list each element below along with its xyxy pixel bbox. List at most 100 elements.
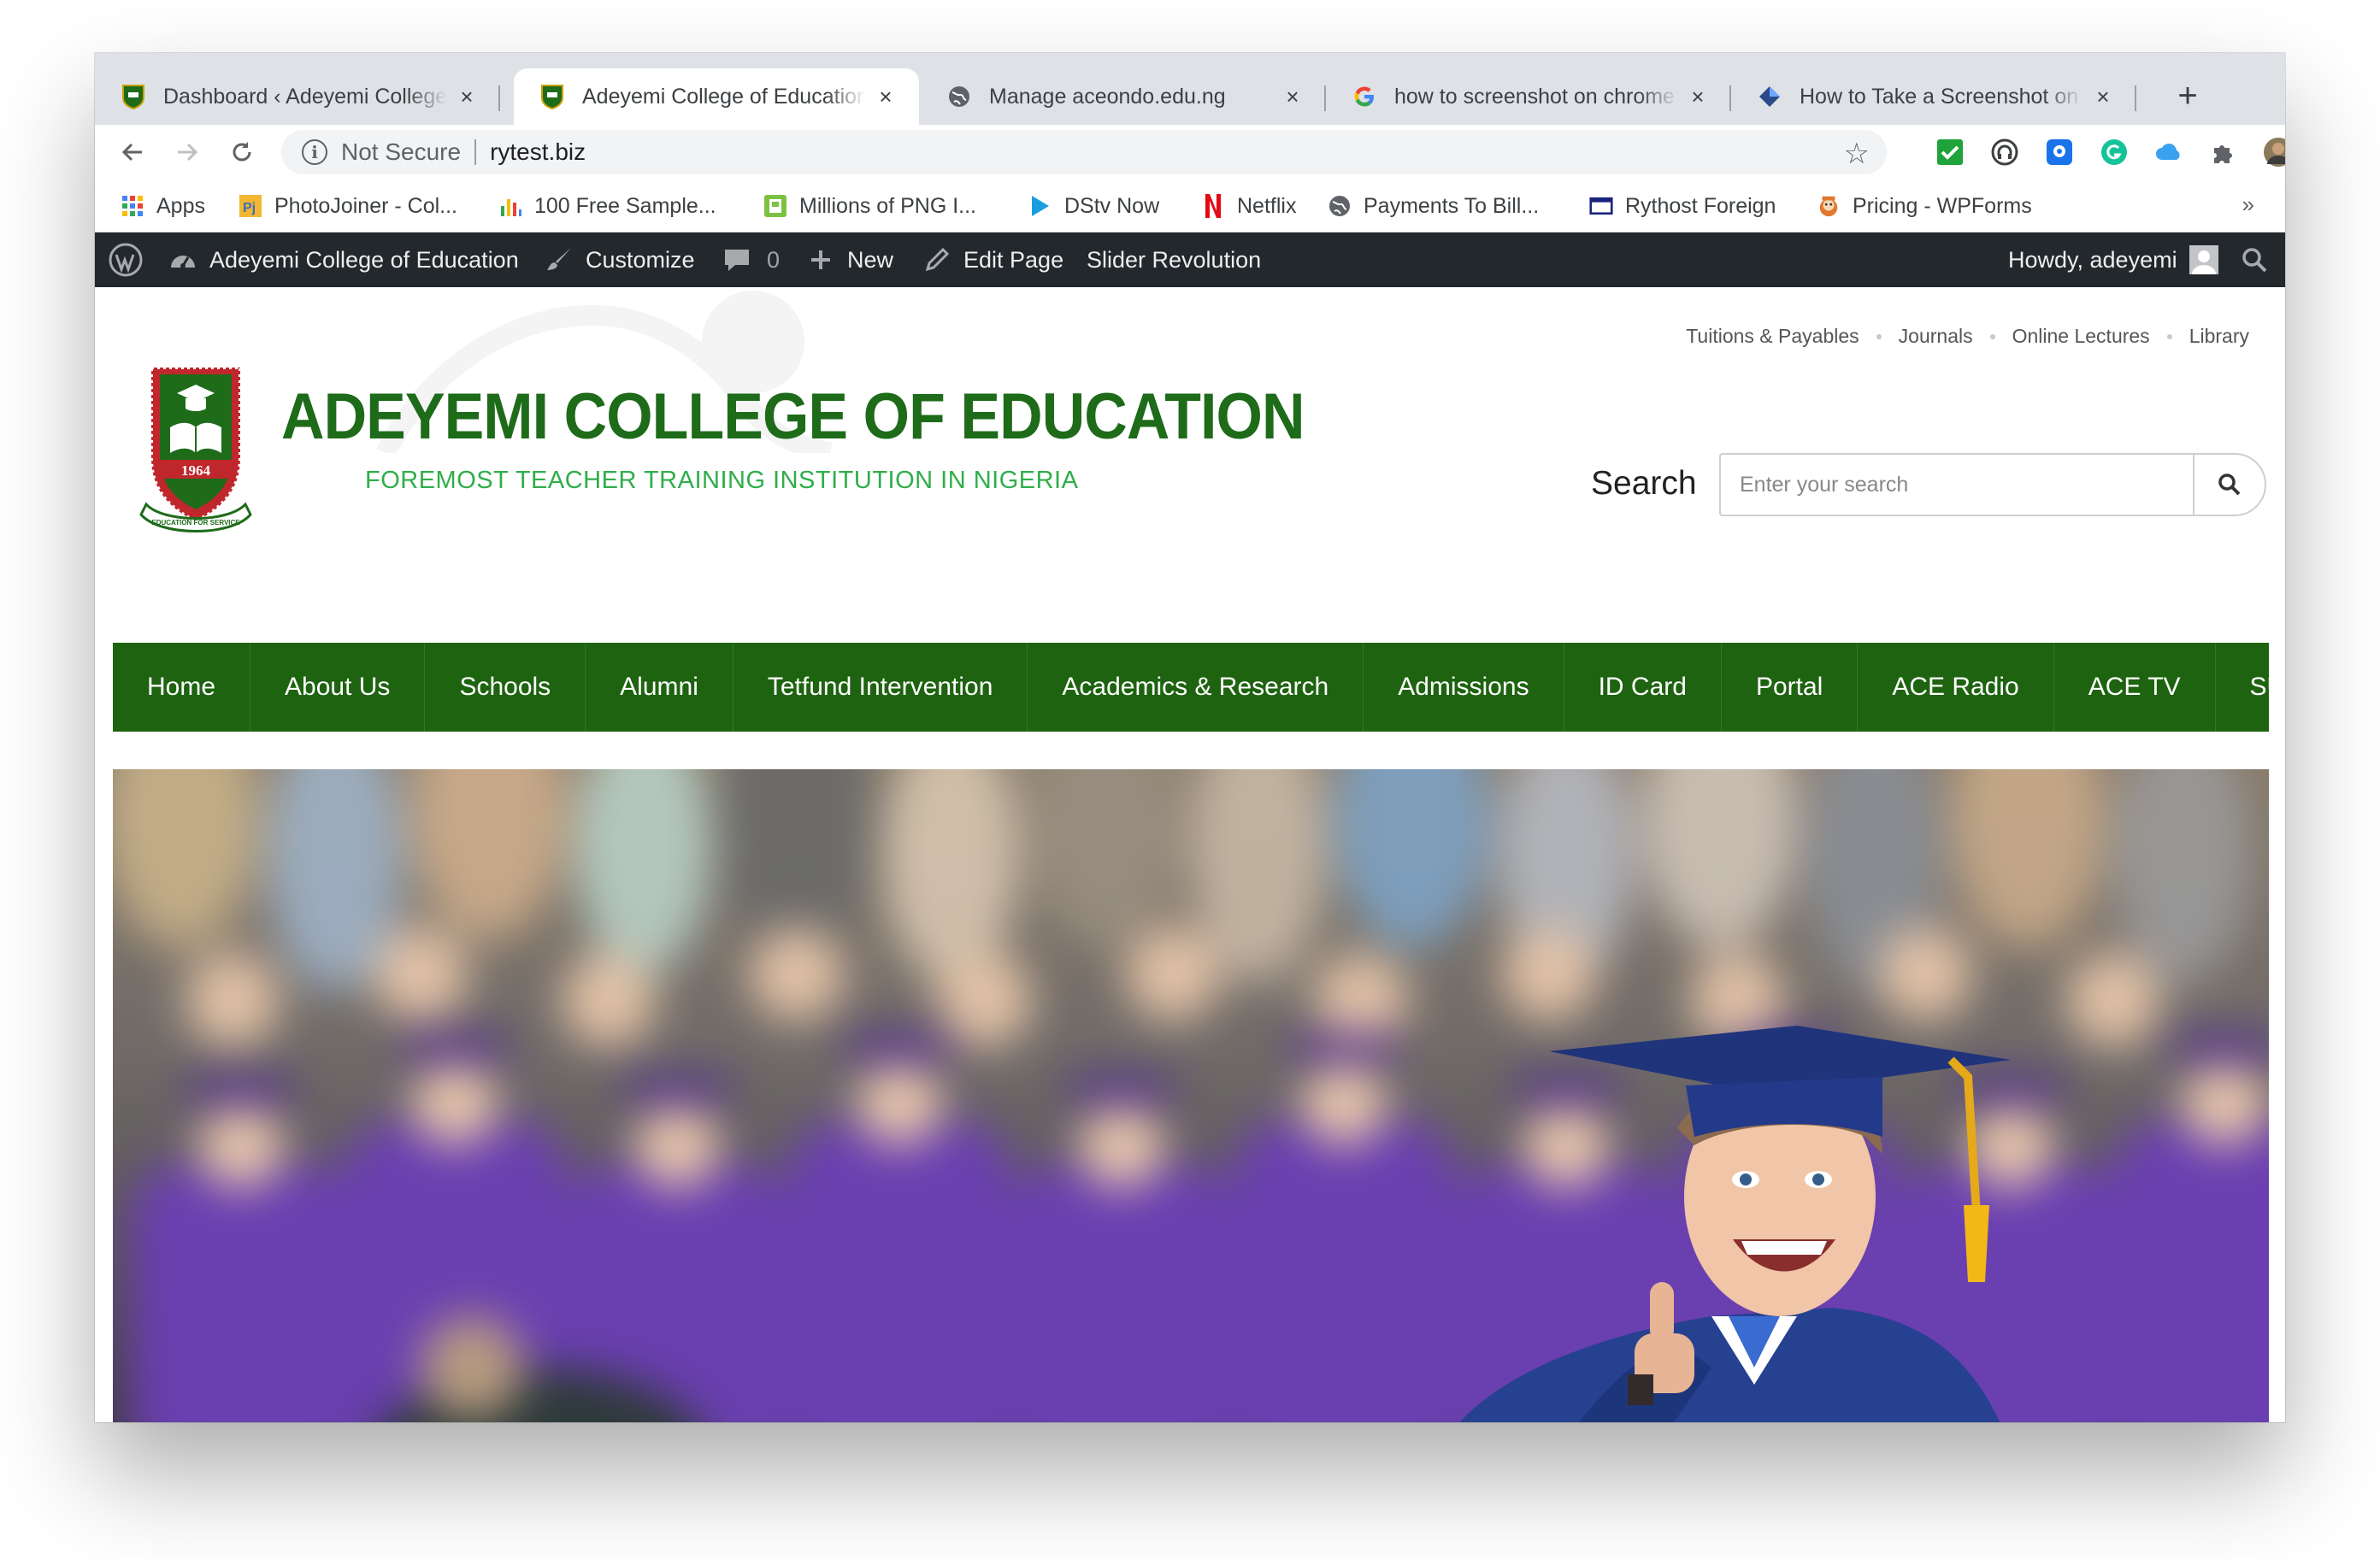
profile-avatar[interactable] (2263, 137, 2285, 168)
search-icon (2218, 474, 2241, 496)
bookmark-label: Millions of PNG I... (799, 193, 976, 218)
bookmark-free-samples[interactable]: 100 Free Sample... (498, 190, 716, 222)
top-link-online-lectures[interactable]: Online Lectures (2012, 325, 2150, 348)
tab-title: Manage aceondo.edu.ng (989, 84, 1226, 109)
bookmark-netflix[interactable]: Netflix (1201, 190, 1296, 222)
site-search-button[interactable] (2193, 455, 2265, 515)
bookmarks-overflow-button[interactable]: » (2242, 191, 2254, 218)
reload-icon (233, 142, 251, 162)
nav-id-card[interactable]: ID Card (1564, 643, 1722, 732)
close-icon[interactable]: × (1685, 84, 1711, 110)
tab-dashboard[interactable]: Dashboard ‹ Adeyemi College × (95, 68, 500, 125)
admin-account-menu[interactable]: Howdy, adeyemi (2008, 232, 2218, 287)
bookmark-payments[interactable]: Payments To Bill... (1328, 190, 1539, 222)
smiling-graduate-image (1459, 1026, 2011, 1422)
address-bar[interactable]: i Not Secure rytest.biz ☆ (281, 130, 1887, 174)
nav-ace-tv[interactable]: ACE TV (2054, 643, 2216, 732)
puzzle-extensions-icon[interactable] (2208, 137, 2239, 168)
user-avatar (2189, 245, 2218, 274)
admin-site-name-link[interactable]: Adeyemi College of Education (168, 232, 519, 287)
bookmark-wpforms[interactable]: Pricing - WPForms (1817, 190, 2032, 222)
sample-icon (498, 194, 522, 218)
paintbrush-icon (545, 245, 574, 274)
close-icon[interactable]: × (873, 84, 898, 110)
bookmark-photojoiner[interactable]: Pj PhotoJoiner - Col... (239, 190, 457, 222)
nav-tetfund-intervention[interactable]: Tetfund Intervention (733, 643, 1028, 732)
grammarly-icon[interactable] (2099, 137, 2130, 168)
admin-customize-link[interactable]: Customize (545, 232, 695, 287)
bookmark-label: Pricing - WPForms (1853, 193, 2032, 218)
college-emblem[interactable]: 1964 EDUCATION FOR SERVICE (134, 357, 257, 540)
globe-icon (946, 84, 972, 109)
top-link-tuitions[interactable]: Tuitions & Payables (1686, 325, 1859, 348)
netflix-icon (1201, 194, 1225, 218)
college-crest-icon (539, 84, 565, 109)
url-text[interactable]: rytest.biz (490, 138, 586, 166)
tab-manage-aceondo[interactable]: Manage aceondo.edu.ng × (921, 68, 1326, 125)
forward-arrow-icon (178, 143, 198, 162)
wordpress-logo-icon[interactable] (109, 232, 143, 287)
top-link-library[interactable]: Library (2189, 325, 2249, 348)
close-icon[interactable]: × (2090, 84, 2116, 110)
tab-adeyemi-college[interactable]: Adeyemi College of Education × (514, 68, 919, 125)
info-icon[interactable]: i (302, 139, 327, 165)
photojoiner-icon: Pj (239, 194, 262, 218)
bookmark-png[interactable]: Millions of PNG I... (763, 190, 976, 222)
apps-grid-icon (121, 194, 144, 218)
nav-portal[interactable]: Portal (1722, 643, 1859, 732)
admin-new-label: New (847, 246, 894, 273)
main-navigation: Home About Us Schools Alumni Tetfund Int… (113, 643, 2285, 732)
svg-text:1964: 1964 (181, 462, 211, 479)
admin-search-icon[interactable] (2241, 232, 2268, 287)
bookmark-apps[interactable]: Apps (121, 190, 205, 222)
dashboard-gauge-icon (168, 245, 197, 274)
nav-ace-radio[interactable]: ACE Radio (1858, 643, 2054, 732)
nav-admissions[interactable]: Admissions (1364, 643, 1564, 732)
close-icon[interactable]: × (454, 84, 480, 110)
search-label: Search (1591, 465, 1697, 502)
admin-customize-label: Customize (586, 246, 695, 273)
close-icon[interactable]: × (1280, 84, 1305, 110)
site-search-input[interactable] (1721, 455, 2193, 515)
site-search-box (1719, 453, 2266, 516)
reload-button[interactable] (223, 133, 261, 171)
back-button[interactable] (114, 133, 151, 171)
college-crest-icon (121, 84, 146, 109)
plus-icon (806, 245, 835, 274)
site-title[interactable]: ADEYEMI COLLEGE OF EDUCATION (281, 385, 1305, 450)
svg-text:EDUCATION FOR SERVICE: EDUCATION FOR SERVICE (151, 519, 240, 527)
nav-home[interactable]: Home (113, 643, 251, 732)
checkmark-extension-icon[interactable] (1935, 137, 1965, 168)
bookmark-label: PhotoJoiner - Col... (274, 193, 457, 218)
bookmark-label: Payments To Bill... (1364, 193, 1540, 218)
nav-about-us[interactable]: About Us (250, 643, 426, 732)
admin-edit-page-label: Edit Page (963, 246, 1064, 273)
top-utility-menu: Tuitions & Payables Journals Online Lect… (1686, 325, 2249, 348)
admin-edit-page-link[interactable]: Edit Page (922, 232, 1063, 287)
security-label: Not Secure (341, 138, 462, 165)
forward-button[interactable] (168, 133, 206, 171)
admin-slider-revolution-link[interactable]: Slider Revolution (1087, 232, 1261, 287)
nav-sug[interactable]: SUG (2216, 643, 2285, 732)
nav-academics-research[interactable]: Academics & Research (1028, 643, 1364, 732)
admin-new-link[interactable]: New (806, 232, 893, 287)
pencil-icon (922, 245, 951, 274)
top-link-journals[interactable]: Journals (1899, 325, 1973, 348)
site-tagline: FOREMOST TEACHER TRAINING INSTITUTION IN… (365, 467, 1079, 494)
chat-extension-icon[interactable] (2044, 137, 2075, 168)
back-arrow-icon (121, 143, 142, 162)
hero-slider[interactable] (113, 769, 2269, 1422)
admin-comments-link[interactable]: 0 (722, 232, 780, 287)
nav-alumni[interactable]: Alumni (586, 643, 733, 732)
tab-google-search[interactable]: how to screenshot on chrome × (1326, 68, 1731, 125)
headphones-extension-icon[interactable] (1989, 137, 2020, 168)
bookmark-rythost[interactable]: Rythost Foreign (1589, 190, 1776, 222)
bookmark-dstv[interactable]: DStv Now (1028, 190, 1159, 222)
cloud-extension-icon[interactable] (2153, 137, 2184, 168)
bookmark-star-icon[interactable]: ☆ (1844, 137, 1870, 171)
tab-title: how to screenshot on chrome (1394, 84, 1675, 109)
tab-screenshot-guide[interactable]: How to Take a Screenshot on × (1731, 68, 2136, 125)
nav-schools[interactable]: Schools (425, 643, 586, 732)
new-tab-button[interactable]: + (2171, 79, 2205, 113)
tab-strip: Dashboard ‹ Adeyemi College × Adeyemi Co… (95, 53, 2285, 125)
